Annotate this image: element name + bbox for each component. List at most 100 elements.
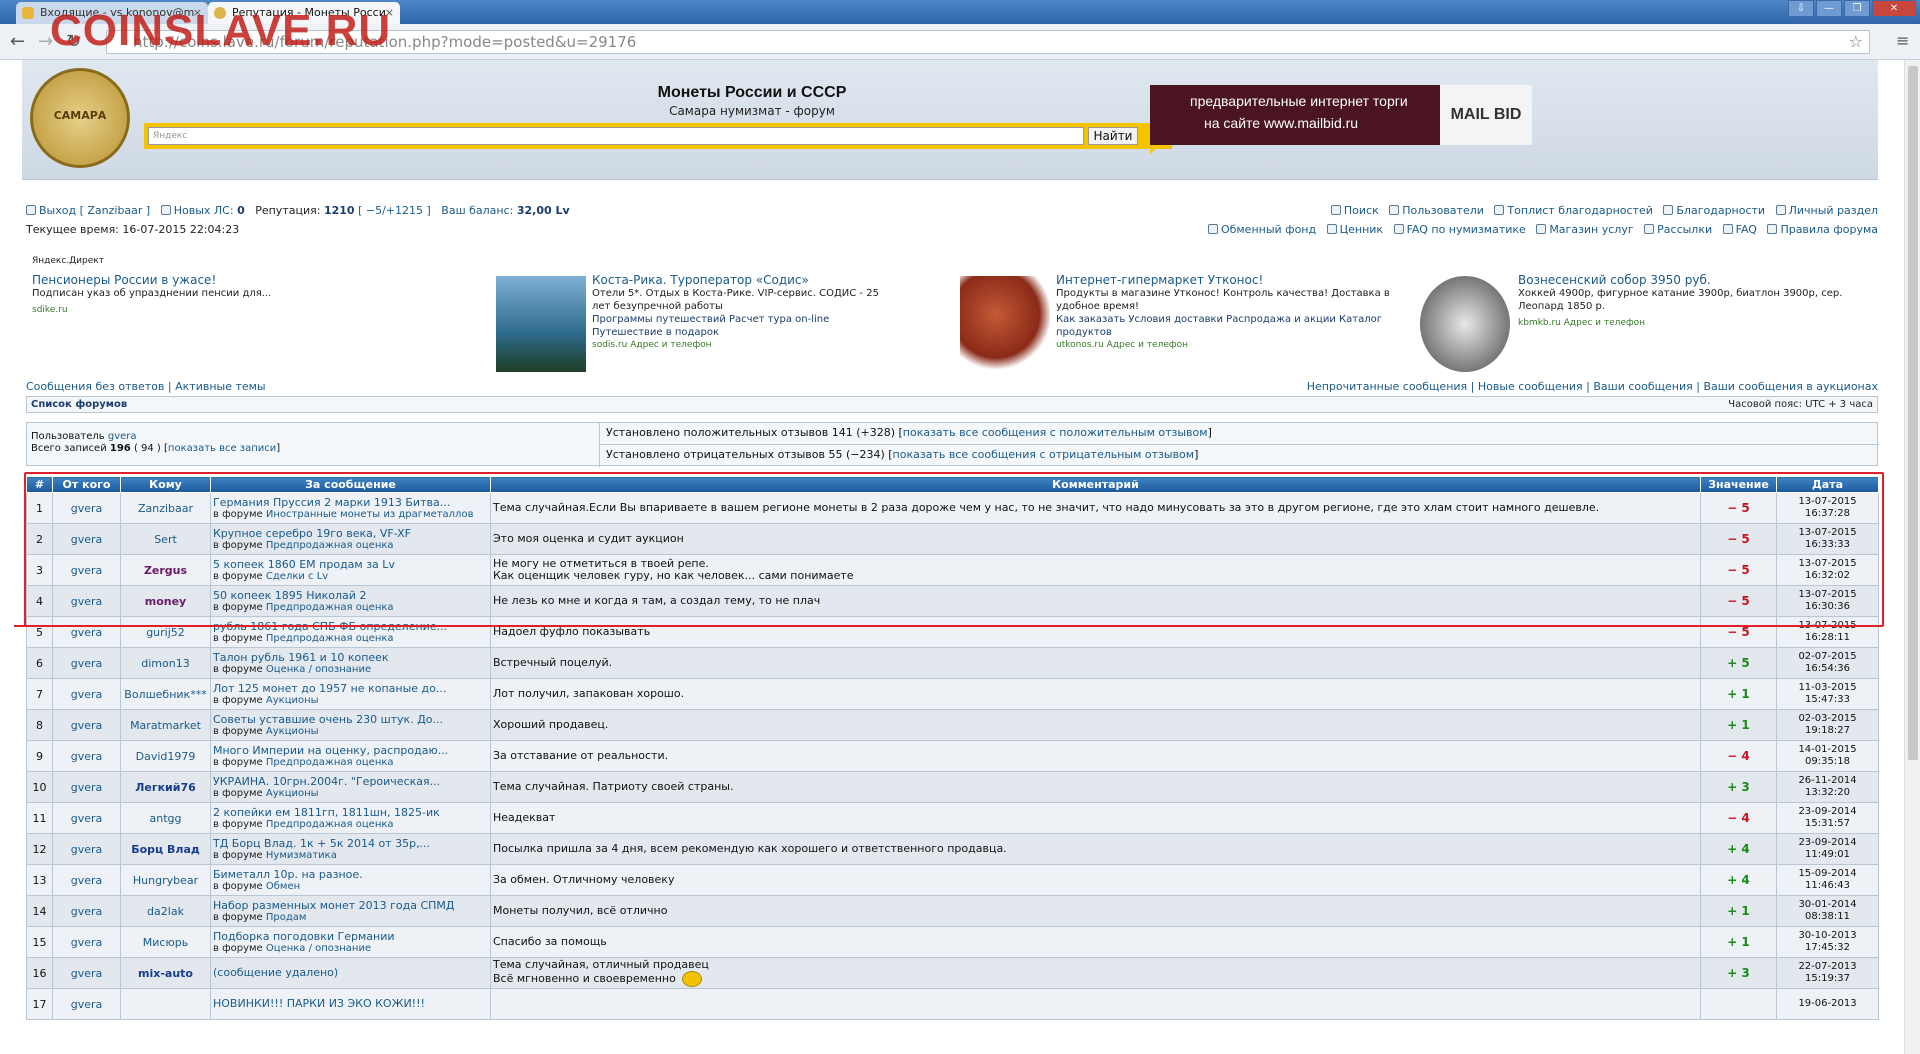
post-link[interactable]: Крупное серебро 19го века, VF-XF: [213, 527, 488, 540]
bookmark-star-icon[interactable]: ☆: [1849, 31, 1863, 53]
from-user-link[interactable]: gvera: [71, 688, 103, 701]
ad-block-2[interactable]: Коста-Рика. Туроператор «Содис» Отели 5*…: [592, 274, 892, 352]
post-link[interactable]: Германия Пруссия 2 марки 1913 Битва...: [213, 496, 488, 509]
forum-link[interactable]: Иностранные монеты из драгметаллов: [266, 509, 474, 520]
ad-domain[interactable]: sdike.ru: [32, 304, 332, 317]
from-user-link[interactable]: gvera: [71, 564, 103, 577]
to-user-link[interactable]: antgg: [150, 812, 182, 825]
post-link[interactable]: Талон рубль 1961 и 10 копеек: [213, 651, 488, 664]
show-positive-link[interactable]: показать все сообщения с положительным о…: [903, 426, 1208, 439]
to-user-link[interactable]: Maratmarket: [130, 719, 201, 732]
nav-toplist[interactable]: Топлист благодарностей: [1507, 204, 1652, 217]
from-user-link[interactable]: gvera: [71, 905, 103, 918]
post-link[interactable]: УКРАИНА. 10грн.2004г. "Героическая...: [213, 775, 488, 788]
page-scrollbar[interactable]: [1904, 60, 1920, 1054]
minimize-button[interactable]: —: [1816, 0, 1842, 17]
nav-personal[interactable]: Личный раздел: [1789, 204, 1878, 217]
post-link[interactable]: Набор разменных монет 2013 года СПМД: [213, 899, 488, 912]
post-link[interactable]: (сообщение удалено): [213, 967, 488, 979]
post-link[interactable]: Подборка погодовки Германии: [213, 930, 488, 943]
forum-link[interactable]: Предпродажная оценка: [266, 540, 394, 551]
window-user-button[interactable]: ⇩: [1788, 0, 1814, 17]
to-user-link[interactable]: Sert: [154, 533, 177, 546]
post-link[interactable]: НОВИНКИ!!! ПАРКИ ИЗ ЭКО КОЖИ!!!: [213, 998, 488, 1010]
ad-links[interactable]: Программы путешествий Расчет тура on-lin…: [592, 313, 892, 339]
left-quick-links[interactable]: Сообщения без ответов | Активные темы: [26, 380, 266, 393]
to-user-link[interactable]: dimon13: [141, 657, 189, 670]
to-user-link[interactable]: Легкий76: [135, 781, 196, 794]
forum-link[interactable]: Продам: [266, 912, 307, 923]
forum-link[interactable]: Аукционы: [266, 788, 319, 799]
post-link[interactable]: Лот 125 монет до 1957 не копаные до...: [213, 682, 488, 695]
to-user-link[interactable]: Мисюрь: [143, 936, 188, 949]
nav-users[interactable]: Пользователи: [1402, 204, 1484, 217]
ad-title[interactable]: Вознесенский собор 3950 руб.: [1518, 274, 1878, 287]
from-user-link[interactable]: gvera: [71, 626, 103, 639]
forum-link[interactable]: Оценка / опознание: [266, 664, 371, 675]
ad-image-sausage[interactable]: [960, 276, 1050, 372]
show-negative-link[interactable]: показать все сообщения с отрицательным о…: [893, 448, 1195, 461]
ad-image-coin[interactable]: [1420, 276, 1510, 372]
logout-link[interactable]: Выход [ Zanzibaar ]: [39, 204, 150, 217]
from-user-link[interactable]: gvera: [71, 719, 103, 732]
post-link[interactable]: Много Империи на оценку, распродаю...: [213, 744, 488, 757]
forum-link[interactable]: Нумизматика: [266, 850, 337, 861]
ad-block-1[interactable]: Пенсионеры России в ужасе! Подписан указ…: [32, 274, 332, 317]
col-header-post[interactable]: За сообщение: [210, 476, 491, 493]
nav-search[interactable]: Поиск: [1344, 204, 1379, 217]
close-window-button[interactable]: ✕: [1872, 0, 1916, 17]
nav-exchange[interactable]: Обменный фонд: [1221, 223, 1316, 236]
from-user-link[interactable]: gvera: [71, 595, 103, 608]
from-user-link[interactable]: gvera: [71, 812, 103, 825]
forum-link[interactable]: Оценка / опознание: [266, 943, 371, 954]
to-user-link[interactable]: Борц Влад: [131, 843, 200, 856]
show-all-records-link[interactable]: показать все записи: [168, 443, 276, 454]
to-user-link[interactable]: money: [145, 595, 186, 608]
nav-mailings[interactable]: Рассылки: [1657, 223, 1712, 236]
to-user-link[interactable]: Zanzibaar: [138, 502, 193, 515]
from-user-link[interactable]: gvera: [71, 533, 103, 546]
right-quick-links[interactable]: Непрочитанные сообщения | Новые сообщени…: [1307, 380, 1878, 393]
forum-link[interactable]: Предпродажная оценка: [266, 633, 394, 644]
search-button[interactable]: Найти: [1088, 127, 1138, 145]
post-link[interactable]: рубль 1861 года СПБ ФБ определение...: [213, 620, 488, 633]
site-logo[interactable]: САМАРА: [30, 68, 130, 168]
reputation-detail-link[interactable]: [ −5/+1215 ]: [358, 204, 431, 217]
from-user-link[interactable]: gvera: [71, 874, 103, 887]
nav-price[interactable]: Ценник: [1340, 223, 1383, 236]
nav-rules[interactable]: Правила форума: [1780, 223, 1878, 236]
nav-faq[interactable]: FAQ: [1736, 223, 1757, 236]
to-user-link[interactable]: gurij52: [146, 626, 185, 639]
from-user-link[interactable]: gvera: [71, 657, 103, 670]
nav-thanks[interactable]: Благодарности: [1676, 204, 1765, 217]
col-header-to[interactable]: Кому: [120, 476, 211, 493]
post-link[interactable]: Биметалл 10р. на разное.: [213, 868, 488, 881]
to-user-link[interactable]: Hungrybear: [133, 874, 198, 887]
to-user-link[interactable]: da2lak: [147, 905, 184, 918]
forum-link[interactable]: Обмен: [266, 881, 300, 892]
forum-link[interactable]: Аукционы: [266, 726, 319, 737]
user-link[interactable]: gvera: [108, 431, 137, 442]
forum-list-link[interactable]: Список форумов: [31, 399, 127, 410]
ad-domain[interactable]: utkonos.ru Адрес и телефон: [1056, 339, 1396, 352]
post-link[interactable]: 2 копейки ем 1811гп, 1811шн, 1825-ик: [213, 806, 488, 819]
from-user-link[interactable]: gvera: [71, 843, 103, 856]
ad-domain[interactable]: sodis.ru Адрес и телефон: [592, 339, 892, 352]
scrollbar-thumb[interactable]: [1908, 66, 1918, 760]
from-user-link[interactable]: gvera: [71, 502, 103, 515]
ad-block-3[interactable]: Интернет-гипермаркет Утконос! Продукты в…: [1056, 274, 1396, 352]
back-arrow-icon[interactable]: ←: [10, 32, 25, 52]
forum-link[interactable]: Предпродажная оценка: [266, 819, 394, 830]
mailbid-banner[interactable]: предварительные интернет торги на сайте …: [1150, 85, 1532, 145]
ad-title[interactable]: Коста-Рика. Туроператор «Содис»: [592, 274, 892, 287]
forum-link[interactable]: Аукционы: [266, 695, 319, 706]
maximize-button[interactable]: ❐: [1844, 0, 1870, 17]
post-link[interactable]: 50 копеек 1895 Николай 2: [213, 589, 488, 602]
site-title[interactable]: Монеты России и СССР: [502, 84, 1002, 102]
col-header-from[interactable]: От кого: [52, 476, 121, 493]
new-pm-label[interactable]: Новых ЛС:: [174, 204, 234, 217]
col-header-value[interactable]: Значение: [1700, 476, 1777, 493]
forum-link[interactable]: Сделки с Lv: [266, 571, 328, 582]
forum-link[interactable]: Предпродажная оценка: [266, 602, 394, 613]
from-user-link[interactable]: gvera: [71, 750, 103, 763]
